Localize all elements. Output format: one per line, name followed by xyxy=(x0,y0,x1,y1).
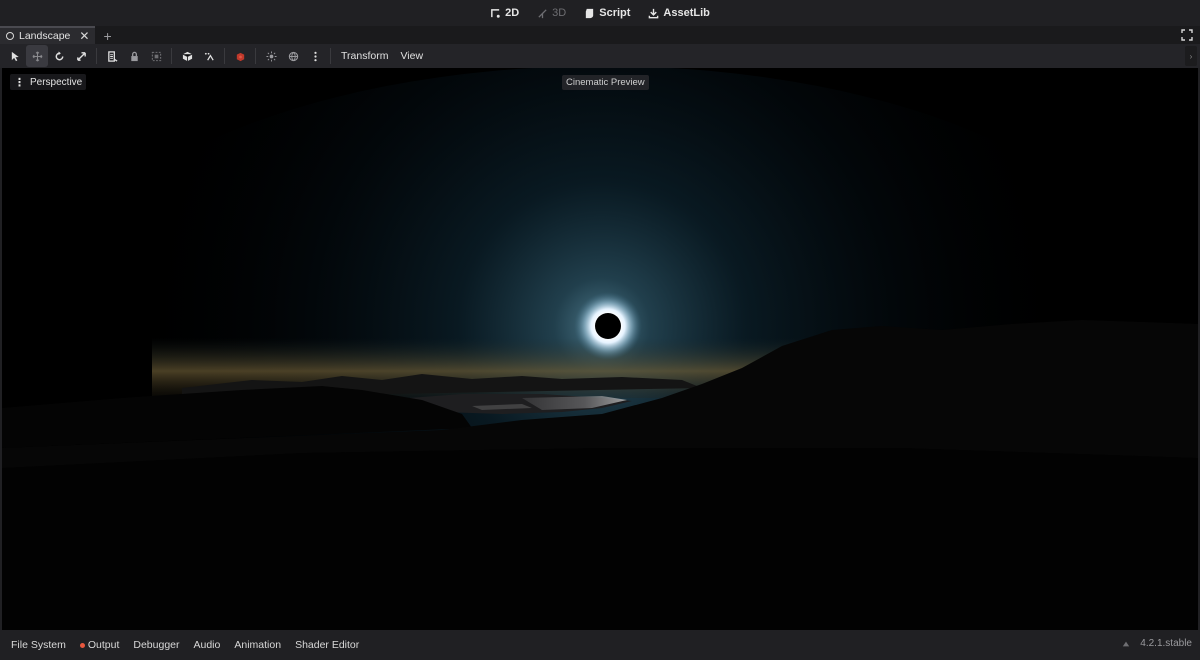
lock-button[interactable] xyxy=(123,45,145,67)
workspace-bar: 2D 3D Script AssetLib xyxy=(0,0,1200,26)
move-mode-button[interactable] xyxy=(26,45,48,67)
workspace-assetlib-button[interactable]: AssetLib xyxy=(641,2,716,24)
expand-icon[interactable] xyxy=(1181,29,1193,41)
add-tab-button[interactable]: + xyxy=(103,28,111,44)
output-indicator-icon xyxy=(79,642,85,648)
close-icon[interactable]: ✕ xyxy=(79,30,89,42)
3d-icon xyxy=(538,8,547,18)
rotate-icon xyxy=(55,50,63,60)
script-icon xyxy=(586,8,594,18)
collapse-panel-button[interactable]: › xyxy=(1185,46,1197,66)
scale-mode-button[interactable] xyxy=(70,45,92,67)
tab-file-system[interactable]: File System xyxy=(4,639,73,651)
rotate-mode-button[interactable] xyxy=(48,45,70,67)
globe-icon xyxy=(288,51,298,61)
tab-output[interactable]: Output xyxy=(73,639,127,651)
group-icon xyxy=(151,51,161,61)
group-button[interactable] xyxy=(145,45,167,67)
bottom-panel-bar: File System Output Debugger Audio Animat… xyxy=(0,630,1200,660)
camera-icon xyxy=(236,52,244,61)
pointer-icon xyxy=(11,51,19,61)
editor-toolbar: Transform View › xyxy=(0,44,1200,68)
snap-button[interactable] xyxy=(198,45,220,67)
version-label: 4.2.1.stable xyxy=(1140,638,1192,649)
lock-icon xyxy=(130,51,138,61)
version-info: 4.2.1.stable xyxy=(1122,638,1192,649)
list-icon xyxy=(107,50,117,62)
perspective-menu-button[interactable]: ⋮ Perspective xyxy=(10,74,87,90)
workspace-2d-label: 2D xyxy=(505,7,520,19)
tab-debugger[interactable]: Debugger xyxy=(126,639,186,651)
transform-menu[interactable]: Transform xyxy=(335,45,394,67)
toolbar-divider xyxy=(330,48,331,64)
workspace-script-label: Script xyxy=(599,7,631,19)
scene-tab-bar: Landscape ✕ + xyxy=(0,26,1200,44)
tab-shader-editor[interactable]: Shader Editor xyxy=(288,639,366,651)
preview-sun-button[interactable] xyxy=(260,45,282,67)
tab-landscape[interactable]: Landscape ✕ xyxy=(0,26,96,44)
perspective-label: Perspective xyxy=(30,76,83,88)
more-options-button[interactable] xyxy=(304,45,326,67)
sun-icon xyxy=(265,50,277,62)
scale-icon xyxy=(76,51,86,61)
workspace-script-button[interactable]: Script xyxy=(577,2,637,24)
cube-icon xyxy=(182,51,192,61)
kebab-menu-icon xyxy=(313,51,317,61)
camera-override-button[interactable] xyxy=(229,45,251,67)
workspace-3d-label: 3D xyxy=(552,7,567,19)
tab-animation[interactable]: Animation xyxy=(227,639,288,651)
workspace-assetlib-label: AssetLib xyxy=(663,7,710,19)
3d-viewport[interactable]: ⋮ Perspective Cinematic Preview xyxy=(0,68,1200,630)
notification-icon[interactable] xyxy=(1122,640,1130,648)
tab-output-label: Output xyxy=(87,639,120,651)
toolbar-divider xyxy=(96,48,97,64)
view-menu[interactable]: View xyxy=(394,45,429,67)
workspace-2d-button[interactable]: 2D xyxy=(483,2,526,24)
toolbar-divider xyxy=(171,48,172,64)
kebab-menu-icon: ⋮ xyxy=(14,76,25,89)
cinematic-preview-label: Cinematic Preview xyxy=(562,75,649,90)
tab-audio[interactable]: Audio xyxy=(187,639,228,651)
workspace-3d-button[interactable]: 3D xyxy=(530,2,573,24)
eclipse-scene-render xyxy=(2,68,1198,630)
snap-icon xyxy=(204,52,214,60)
toolbar-divider xyxy=(224,48,225,64)
2d-icon xyxy=(491,8,500,18)
tab-landscape-label: Landscape xyxy=(19,30,71,42)
preview-environment-button[interactable] xyxy=(282,45,304,67)
list-select-button[interactable] xyxy=(101,45,123,67)
toolbar-divider xyxy=(255,48,256,64)
local-space-button[interactable] xyxy=(176,45,198,67)
move-icon xyxy=(32,51,42,61)
assetlib-icon xyxy=(649,8,659,18)
select-mode-button[interactable] xyxy=(4,45,26,67)
node3d-icon xyxy=(6,32,14,40)
